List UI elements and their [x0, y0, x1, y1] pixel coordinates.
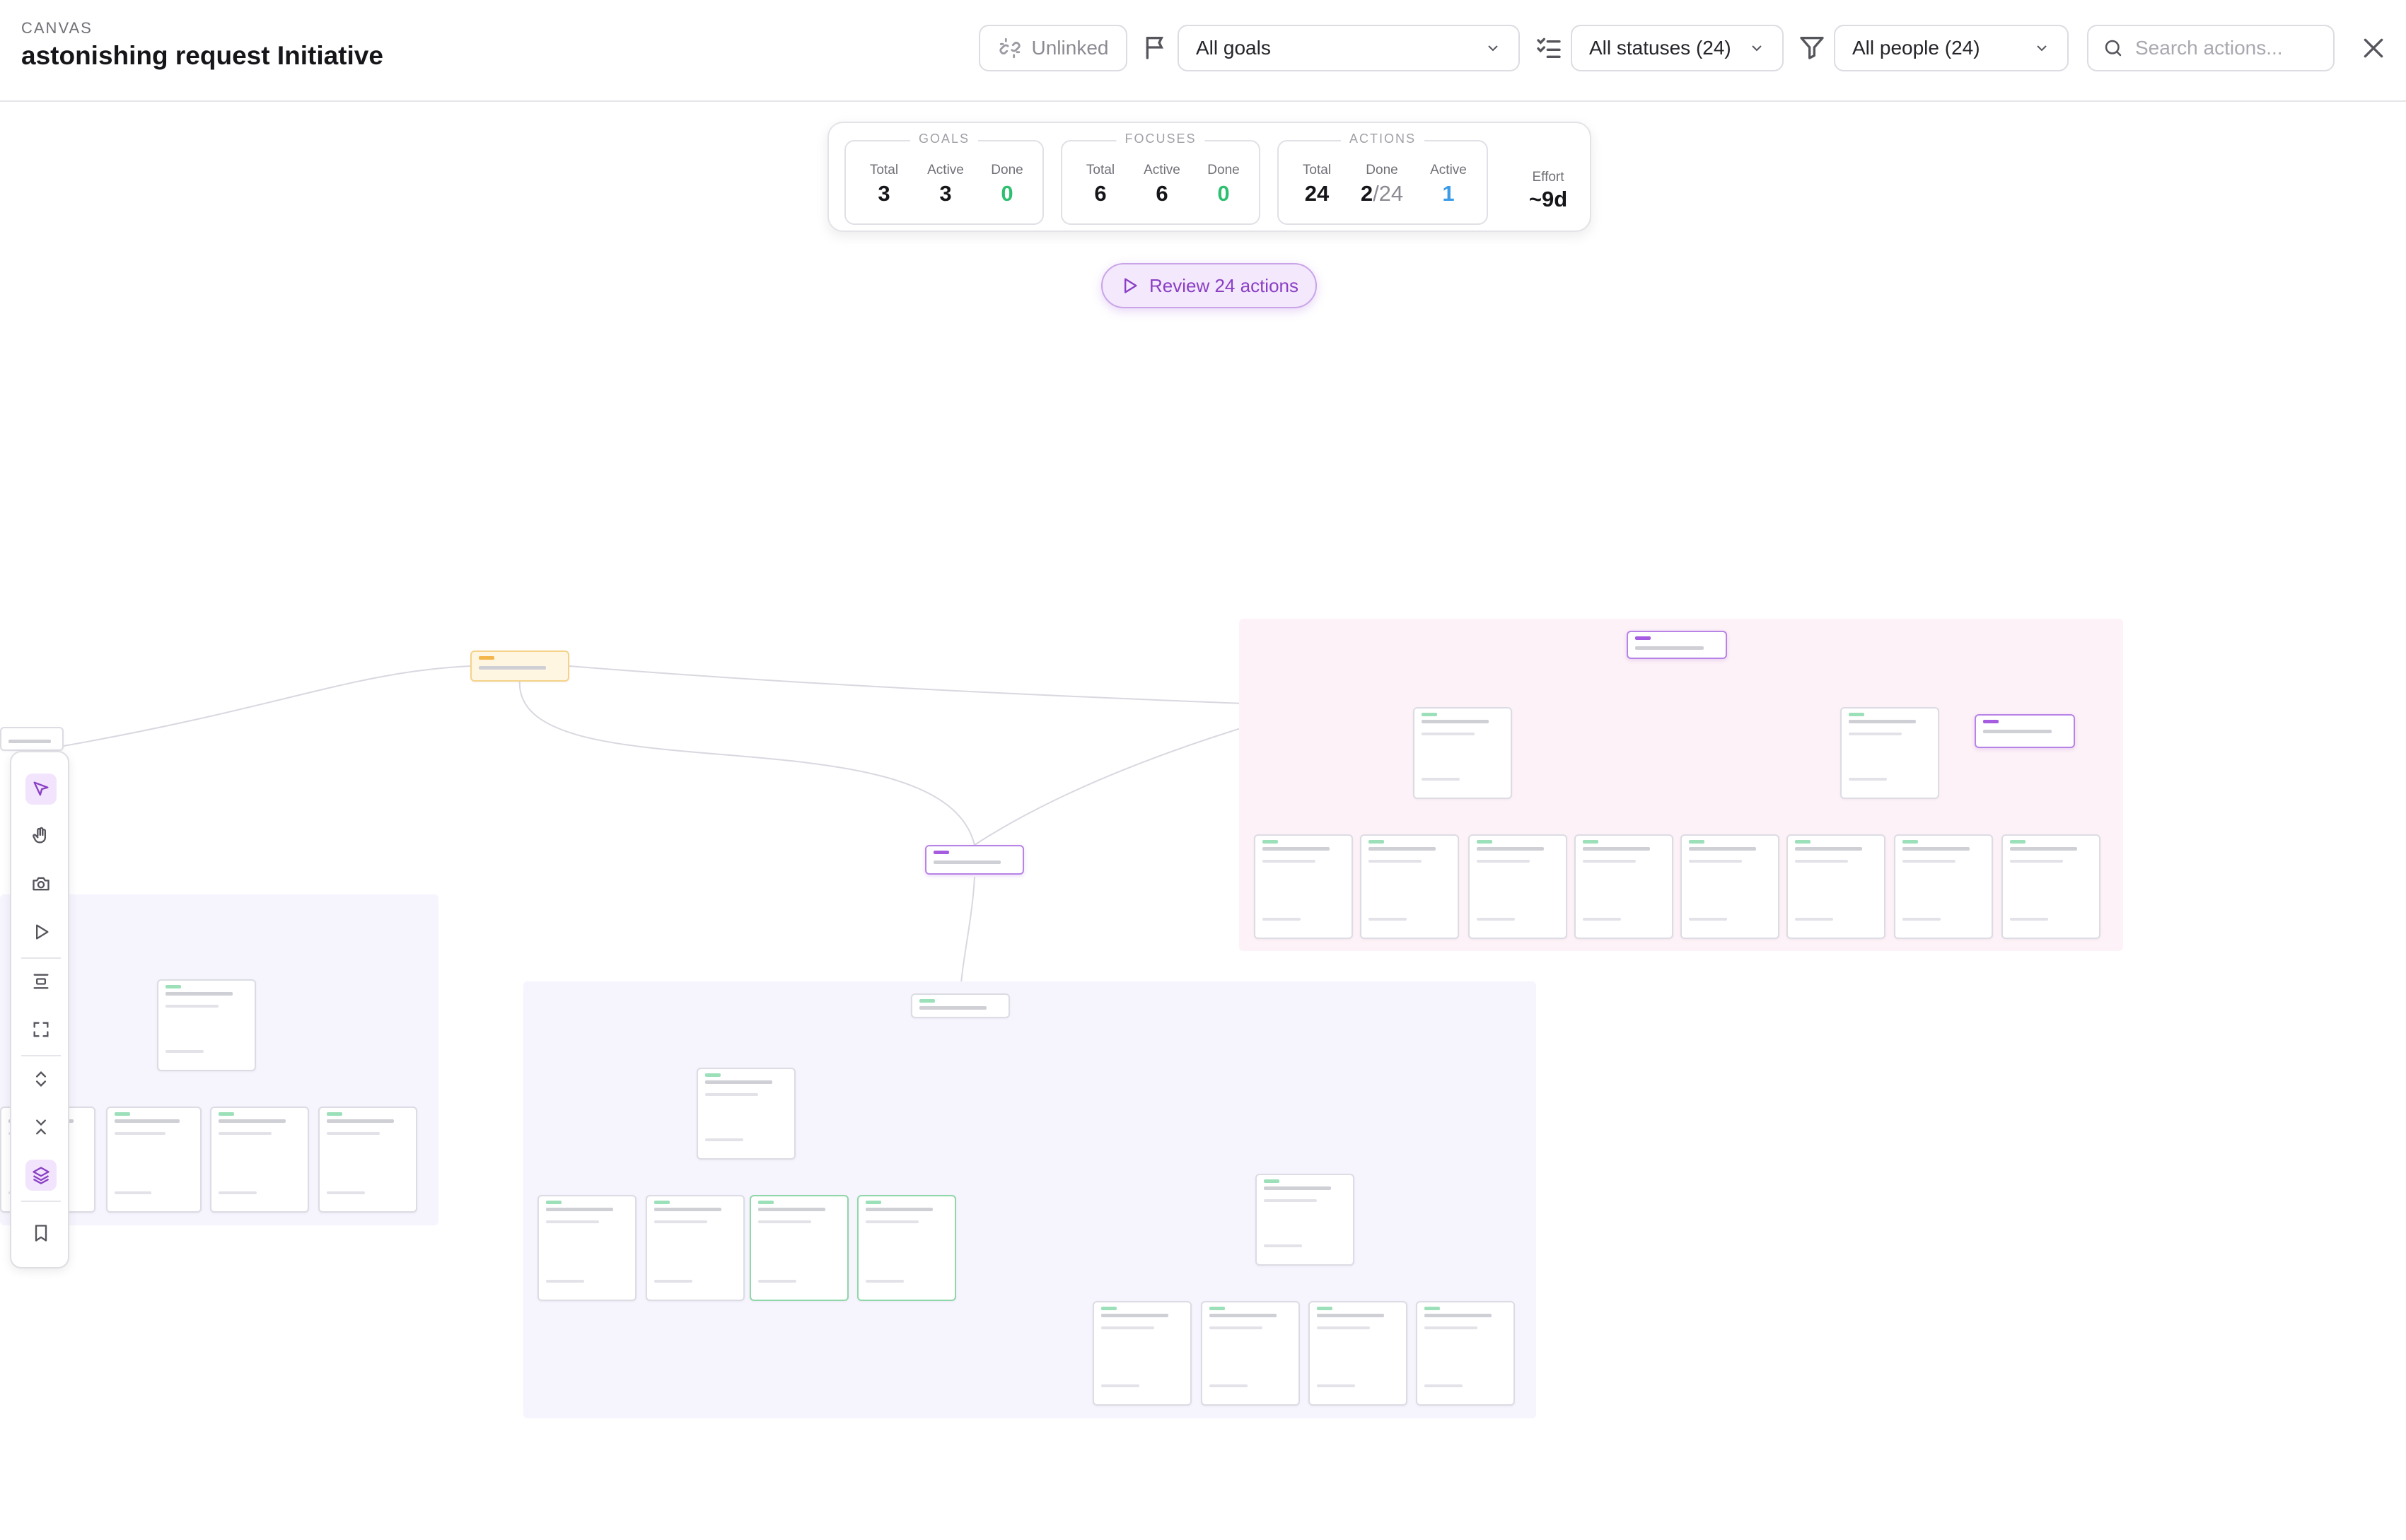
goals-stats-label: GOALS — [909, 132, 979, 146]
goal-node[interactable] — [0, 727, 64, 751]
actions-done-of: /24 — [1373, 181, 1404, 206]
screenshot-tool[interactable] — [25, 868, 57, 899]
action-node-done[interactable] — [857, 1195, 956, 1301]
review-actions-button[interactable]: Review 24 actions — [1101, 263, 1317, 308]
collapse-icon — [36, 1119, 46, 1135]
fit-view-tool[interactable] — [25, 1014, 57, 1045]
toolbar-divider — [21, 957, 61, 959]
action-node[interactable] — [1894, 834, 1993, 939]
focus-node[interactable] — [157, 979, 256, 1071]
focus-node[interactable] — [697, 1068, 796, 1160]
goals-active-value: 3 — [939, 181, 952, 206]
focuses-total-label: Total — [1086, 163, 1115, 177]
actions-active-label: Active — [1430, 163, 1467, 177]
actions-stats: ACTIONS Total 24 Done 2/24 Active 1 — [1277, 132, 1488, 225]
focus-node[interactable] — [1975, 714, 2075, 748]
action-node[interactable] — [1574, 834, 1673, 939]
initiative-node[interactable] — [470, 651, 569, 682]
pan-tool[interactable] — [25, 820, 57, 851]
goal-node[interactable] — [925, 845, 1024, 875]
action-node[interactable] — [646, 1195, 745, 1301]
toolbar-divider — [21, 1201, 61, 1202]
action-node[interactable] — [106, 1107, 202, 1213]
align-icon — [33, 974, 49, 989]
focuses-stats-label: FOCUSES — [1116, 132, 1205, 146]
goals-total-value: 3 — [878, 181, 890, 206]
actions-total-value: 24 — [1304, 181, 1330, 206]
goals-done-label: Done — [991, 163, 1023, 177]
layers-icon — [33, 1167, 50, 1184]
bookmark-tool[interactable] — [25, 1218, 57, 1249]
focus-node[interactable] — [1413, 707, 1512, 799]
select-tool[interactable] — [25, 774, 57, 805]
action-node[interactable] — [2001, 834, 2100, 939]
play-icon — [1124, 278, 1137, 293]
canvas-toolbar — [10, 751, 69, 1268]
stats-panel: GOALS Total 3 Active 3 Done 0 FOCUSES Total… — [827, 122, 1591, 232]
toolbar-divider — [21, 1055, 61, 1056]
goals-active-label: Active — [927, 163, 964, 177]
action-node[interactable] — [318, 1107, 417, 1213]
action-node[interactable] — [1680, 834, 1779, 939]
goals-stats: GOALS Total 3 Active 3 Done 0 — [844, 132, 1044, 225]
camera-icon — [33, 877, 50, 891]
action-node[interactable] — [1416, 1301, 1515, 1406]
action-node[interactable] — [1201, 1301, 1300, 1406]
focuses-total-value: 6 — [1094, 181, 1107, 206]
collapse-all-tool[interactable] — [25, 1112, 57, 1143]
action-node[interactable] — [1360, 834, 1459, 939]
layers-tool[interactable] — [25, 1160, 57, 1191]
focus-node[interactable] — [1840, 707, 1939, 799]
focuses-active-label: Active — [1144, 163, 1180, 177]
fit-view-icon — [33, 1022, 49, 1037]
focuses-done-value: 0 — [1217, 181, 1230, 206]
expand-all-tool[interactable] — [25, 1063, 57, 1095]
action-node[interactable] — [210, 1107, 309, 1213]
focus-node[interactable] — [1255, 1174, 1354, 1266]
action-node[interactable] — [537, 1195, 637, 1301]
focuses-done-label: Done — [1207, 163, 1240, 177]
action-node-done[interactable] — [750, 1195, 849, 1301]
present-tool[interactable] — [25, 916, 57, 947]
select-icon — [33, 781, 49, 796]
actions-stats-label: ACTIONS — [1340, 132, 1425, 146]
effort-value: ~9d — [1528, 187, 1568, 211]
action-node[interactable] — [1468, 834, 1567, 939]
bookmark-icon — [35, 1225, 47, 1242]
expand-icon — [36, 1071, 46, 1087]
action-node[interactable] — [1786, 834, 1885, 939]
action-node[interactable] — [1254, 834, 1353, 939]
actions-total-label: Total — [1302, 163, 1332, 177]
actions-active-value: 1 — [1442, 181, 1455, 206]
effort-stat: Effort ~9d — [1518, 170, 1578, 212]
play-icon — [36, 924, 49, 940]
action-node[interactable] — [1308, 1301, 1407, 1406]
goals-done-value: 0 — [1001, 181, 1013, 206]
goal-node[interactable] — [1627, 631, 1727, 659]
actions-done-label: Done — [1366, 163, 1398, 177]
focuses-stats: FOCUSES Total 6 Active 6 Done 0 — [1061, 132, 1260, 225]
actions-done-value: 2 — [1360, 181, 1373, 206]
align-tool[interactable] — [25, 966, 57, 997]
action-node[interactable] — [1093, 1301, 1192, 1406]
goals-total-label: Total — [869, 163, 899, 177]
review-actions-label: Review 24 actions — [1149, 274, 1298, 296]
goal-node[interactable] — [911, 993, 1010, 1018]
hand-icon — [33, 827, 46, 844]
focuses-active-value: 6 — [1156, 181, 1168, 206]
effort-label: Effort — [1532, 170, 1564, 185]
